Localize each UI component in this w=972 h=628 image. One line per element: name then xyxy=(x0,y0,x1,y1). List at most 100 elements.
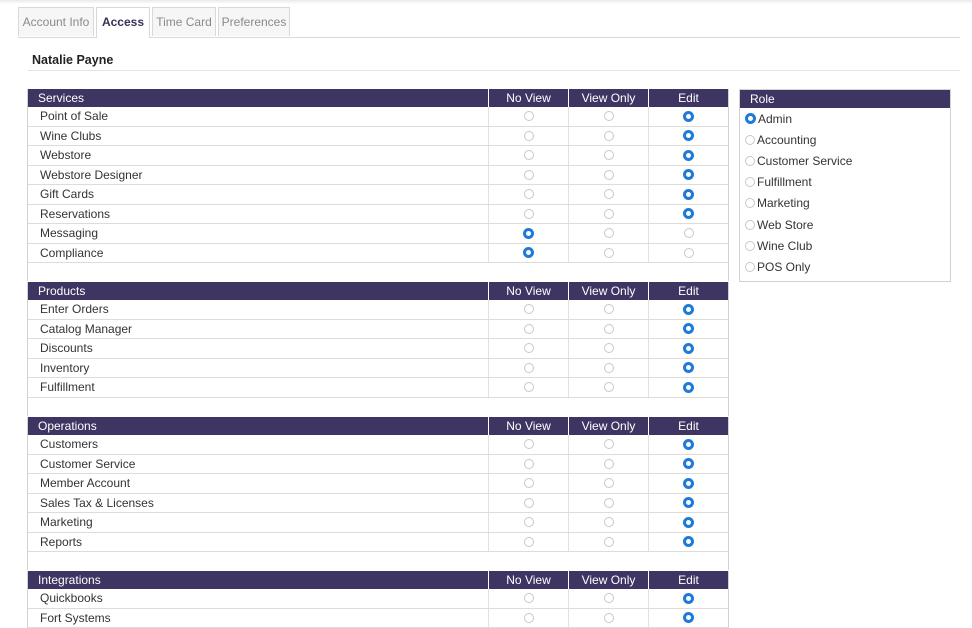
radio-selected-icon[interactable] xyxy=(745,113,756,125)
radio-selected-icon[interactable] xyxy=(683,110,694,122)
radio-unselected-icon[interactable] xyxy=(603,247,614,258)
radio-selected-icon[interactable] xyxy=(683,149,694,161)
permission-label: Compliance xyxy=(40,245,104,260)
radio-unselected-icon[interactable] xyxy=(523,208,534,219)
radio-unselected-icon[interactable] xyxy=(603,208,614,219)
radio-unselected-icon[interactable] xyxy=(523,150,534,161)
radio-unselected-icon[interactable] xyxy=(523,111,534,122)
radio-unselected-icon[interactable] xyxy=(523,458,534,469)
role-option-label: Web Store xyxy=(757,217,814,232)
radio-unselected-icon[interactable] xyxy=(603,439,614,450)
role-option-accounting[interactable]: Accounting xyxy=(740,129,950,150)
permission-row-reports: Reports xyxy=(28,532,728,552)
radio-unselected-icon[interactable] xyxy=(683,247,694,258)
radio-unselected-icon[interactable] xyxy=(603,517,614,528)
radio-selected-icon[interactable] xyxy=(683,438,694,450)
radio-unselected-icon[interactable] xyxy=(603,362,614,373)
radio-selected-icon[interactable] xyxy=(683,458,694,470)
radio-unselected-icon[interactable] xyxy=(523,343,534,354)
tab-preferences[interactable]: Preferences xyxy=(218,7,290,36)
radio-unselected-icon[interactable] xyxy=(523,536,534,547)
permission-cell-edit xyxy=(648,513,728,532)
radio-unselected-icon[interactable] xyxy=(603,130,614,141)
radio-selected-icon[interactable] xyxy=(683,323,694,335)
radio-unselected-icon[interactable] xyxy=(523,323,534,334)
radio-unselected-icon[interactable] xyxy=(745,198,755,209)
radio-unselected-icon[interactable] xyxy=(603,382,614,393)
radio-unselected-icon[interactable] xyxy=(523,130,534,141)
radio-selected-icon[interactable] xyxy=(683,169,694,181)
radio-unselected-icon[interactable] xyxy=(523,593,534,604)
radio-unselected-icon[interactable] xyxy=(603,458,614,469)
radio-unselected-icon[interactable] xyxy=(603,478,614,489)
radio-unselected-icon[interactable] xyxy=(523,382,534,393)
radio-unselected-icon[interactable] xyxy=(523,189,534,200)
radio-selected-icon[interactable] xyxy=(683,381,694,393)
radio-unselected-icon[interactable] xyxy=(603,228,614,239)
radio-unselected-icon[interactable] xyxy=(603,536,614,547)
radio-unselected-icon[interactable] xyxy=(745,177,755,188)
role-option-customer-service[interactable]: Customer Service xyxy=(740,150,950,171)
permission-row-webstore-designer: Webstore Designer xyxy=(28,165,728,185)
radio-selected-icon[interactable] xyxy=(683,208,694,220)
role-option-pos-only[interactable]: POS Only xyxy=(740,256,950,277)
permission-cell-edit xyxy=(648,224,728,243)
permission-cell-view-only xyxy=(568,589,648,608)
radio-selected-icon[interactable] xyxy=(683,477,694,489)
radio-unselected-icon[interactable] xyxy=(523,497,534,508)
radio-unselected-icon[interactable] xyxy=(603,497,614,508)
section-header: Products No View View Only Edit xyxy=(28,282,728,300)
radio-unselected-icon[interactable] xyxy=(745,219,755,230)
role-option-marketing[interactable]: Marketing xyxy=(740,193,950,214)
permission-cell-view-only xyxy=(568,435,648,454)
role-option-web-store[interactable]: Web Store xyxy=(740,214,950,235)
radio-unselected-icon[interactable] xyxy=(745,155,755,166)
radio-unselected-icon[interactable] xyxy=(603,343,614,354)
radio-selected-icon[interactable] xyxy=(683,497,694,509)
tab-access[interactable]: Access xyxy=(96,7,150,38)
role-option-fulfillment[interactable]: Fulfillment xyxy=(740,172,950,193)
radio-unselected-icon[interactable] xyxy=(745,240,755,251)
radio-selected-icon[interactable] xyxy=(683,536,694,548)
radio-unselected-icon[interactable] xyxy=(523,304,534,315)
permission-row-reservations: Reservations xyxy=(28,204,728,224)
tab-account-info[interactable]: Account Info xyxy=(18,7,94,36)
radio-unselected-icon[interactable] xyxy=(745,134,755,145)
tab-time-card[interactable]: Time Card xyxy=(152,7,216,36)
radio-unselected-icon[interactable] xyxy=(683,228,694,239)
role-option-admin[interactable]: Admin xyxy=(740,108,950,129)
radio-unselected-icon[interactable] xyxy=(603,189,614,200)
radio-selected-icon[interactable] xyxy=(683,516,694,528)
radio-unselected-icon[interactable] xyxy=(523,169,534,180)
radio-selected-icon[interactable] xyxy=(683,188,694,200)
column-edit: Edit xyxy=(648,89,728,107)
radio-selected-icon[interactable] xyxy=(683,130,694,142)
permission-cell-no-view xyxy=(488,319,568,338)
permission-cell-no-view xyxy=(488,454,568,473)
permission-cell-view-only xyxy=(568,378,648,397)
radio-unselected-icon[interactable] xyxy=(603,323,614,334)
radio-unselected-icon[interactable] xyxy=(523,517,534,528)
radio-selected-icon[interactable] xyxy=(523,247,534,259)
radio-selected-icon[interactable] xyxy=(683,303,694,315)
radio-unselected-icon[interactable] xyxy=(523,612,534,623)
radio-unselected-icon[interactable] xyxy=(523,362,534,373)
radio-unselected-icon[interactable] xyxy=(603,150,614,161)
radio-unselected-icon[interactable] xyxy=(603,593,614,604)
radio-selected-icon[interactable] xyxy=(523,227,534,239)
permission-cell-no-view xyxy=(488,146,568,165)
radio-selected-icon[interactable] xyxy=(683,362,694,374)
radio-unselected-icon[interactable] xyxy=(603,612,614,623)
radio-unselected-icon[interactable] xyxy=(523,478,534,489)
permission-cell-view-only xyxy=(568,493,648,512)
radio-unselected-icon[interactable] xyxy=(603,111,614,122)
radio-selected-icon[interactable] xyxy=(683,612,694,624)
radio-unselected-icon[interactable] xyxy=(745,261,755,272)
permission-cell-view-only xyxy=(568,513,648,532)
radio-unselected-icon[interactable] xyxy=(523,439,534,450)
radio-unselected-icon[interactable] xyxy=(603,169,614,180)
radio-selected-icon[interactable] xyxy=(683,592,694,604)
radio-unselected-icon[interactable] xyxy=(603,304,614,315)
radio-selected-icon[interactable] xyxy=(683,342,694,354)
role-option-wine-club[interactable]: Wine Club xyxy=(740,235,950,256)
